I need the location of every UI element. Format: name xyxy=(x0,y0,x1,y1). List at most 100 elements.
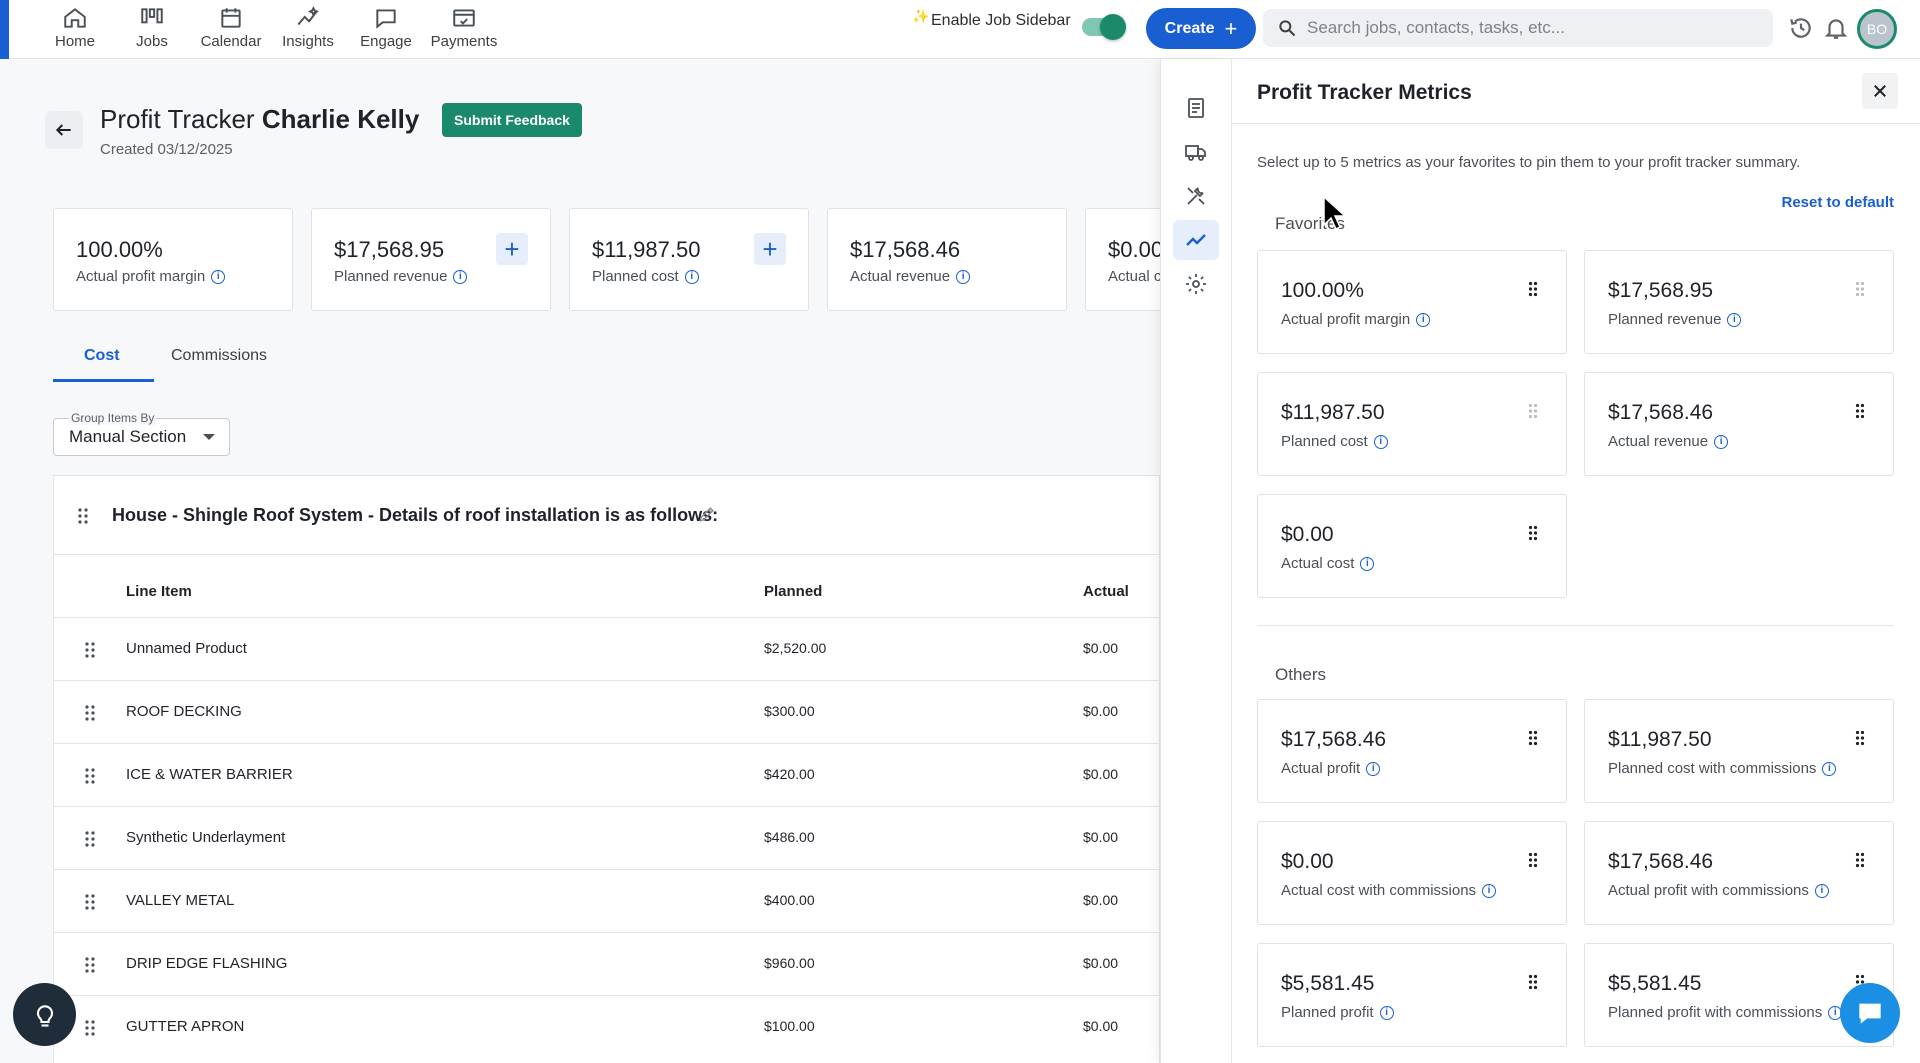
nav-home[interactable]: Home xyxy=(52,5,98,55)
history-icon[interactable] xyxy=(1788,15,1814,41)
table-row[interactable]: VALLEY METAL $400.00 $0.00 xyxy=(54,869,1159,932)
group-items-by-select[interactable]: Group Items By Manual Section xyxy=(53,411,230,456)
info-icon[interactable]: i xyxy=(1366,761,1381,776)
info-icon[interactable]: i xyxy=(1822,761,1837,776)
drag-handle-icon[interactable] xyxy=(1528,525,1538,541)
metric-value: $5,581.45 xyxy=(1608,972,1702,995)
reset-to-default-link[interactable]: Reset to default xyxy=(1781,194,1894,211)
drag-handle-icon[interactable] xyxy=(84,1019,96,1037)
tab-cost[interactable]: Cost xyxy=(84,347,120,365)
tab-commissions[interactable]: Commissions xyxy=(171,347,267,365)
info-icon[interactable]: i xyxy=(1373,434,1388,449)
nav-jobs[interactable]: Jobs xyxy=(132,5,172,55)
rail-document[interactable] xyxy=(1173,88,1219,128)
rail-profit-tracker[interactable] xyxy=(1173,220,1219,260)
drawer-divider xyxy=(1232,123,1920,124)
close-icon xyxy=(1874,85,1886,97)
nav-insights[interactable]: Insights xyxy=(276,5,340,55)
metric-value: $5,581.45 xyxy=(1281,972,1375,995)
table-row[interactable]: ROOF DECKING $300.00 $0.00 xyxy=(54,680,1159,743)
sidebar-toggle-switch[interactable] xyxy=(1082,14,1126,40)
info-icon[interactable]: i xyxy=(1416,312,1431,327)
chat-support-button[interactable] xyxy=(1840,983,1900,1043)
info-icon[interactable]: i xyxy=(684,269,699,284)
info-icon[interactable]: i xyxy=(1360,556,1375,571)
summary-value: $17,568.46 xyxy=(850,237,961,262)
submit-feedback-button[interactable]: Submit Feedback xyxy=(442,103,582,137)
info-icon[interactable]: i xyxy=(1814,883,1829,898)
add-metric-button[interactable]: + xyxy=(754,233,786,265)
other-metric-card[interactable]: $17,568.46 Actual profit i xyxy=(1257,699,1567,803)
tips-button[interactable] xyxy=(13,983,76,1046)
rail-tools[interactable] xyxy=(1173,176,1219,216)
summary-card-planned-cost: $11,987.50 Planned cost i + xyxy=(569,208,809,311)
drag-handle-icon[interactable] xyxy=(1855,730,1865,746)
drag-handle-icon[interactable] xyxy=(84,956,96,974)
bell-icon[interactable] xyxy=(1823,15,1849,41)
edit-pencil-icon[interactable] xyxy=(697,504,717,524)
metric-label-text: Planned profit xyxy=(1281,1004,1374,1021)
avatar[interactable]: BO xyxy=(1857,9,1897,49)
other-metric-card[interactable]: $0.00 Actual cost with commissions i xyxy=(1257,821,1567,925)
other-metric-card[interactable]: $5,581.45 Planned profit i xyxy=(1257,943,1567,1047)
caret-down-icon xyxy=(203,434,215,440)
back-button[interactable] xyxy=(45,111,83,149)
table-row[interactable]: ICE & WATER BARRIER $420.00 $0.00 xyxy=(54,743,1159,806)
table-row[interactable]: GUTTER APRON $100.00 $0.00 xyxy=(54,995,1159,1058)
nav-insights-label: Insights xyxy=(282,33,334,50)
rail-settings[interactable] xyxy=(1173,264,1219,304)
create-button[interactable]: Create + xyxy=(1146,8,1256,49)
drag-handle-icon[interactable] xyxy=(84,704,96,722)
metric-label: Planned revenue i xyxy=(1608,311,1742,328)
table-row[interactable]: Unnamed Product $2,520.00 $0.00 xyxy=(54,617,1159,680)
drag-handle-icon[interactable] xyxy=(1855,852,1865,868)
drag-handle-icon[interactable] xyxy=(1528,974,1538,990)
close-drawer-button[interactable] xyxy=(1862,73,1898,109)
nav-payments[interactable]: Payments xyxy=(428,5,500,55)
metric-value: $17,568.46 xyxy=(1281,728,1387,751)
line-item-planned: $400.00 xyxy=(764,892,815,908)
line-item-name: DRIP EDGE FLASHING xyxy=(126,955,288,972)
favorite-metric-card[interactable]: $17,568.46 Actual revenue i xyxy=(1584,372,1894,476)
column-header-planned: Planned xyxy=(764,583,823,600)
favorite-metric-card[interactable]: $11,987.50 Planned cost i xyxy=(1257,372,1567,476)
add-metric-button[interactable]: + xyxy=(496,233,528,265)
favorite-metric-card[interactable]: $0.00 Actual cost i xyxy=(1257,494,1567,598)
info-icon[interactable]: i xyxy=(1727,312,1742,327)
info-icon[interactable]: i xyxy=(1714,434,1729,449)
drag-handle-icon[interactable] xyxy=(1855,281,1865,297)
nav-engage[interactable]: Engage xyxy=(358,5,414,55)
drag-handle-icon[interactable] xyxy=(1528,281,1538,297)
info-icon[interactable]: i xyxy=(453,269,468,284)
nav-calendar[interactable]: Calendar xyxy=(196,5,266,55)
other-metric-card[interactable]: $17,568.46 Actual profit with commission… xyxy=(1584,821,1894,925)
table-row[interactable]: DRIP EDGE FLASHING $960.00 $0.00 xyxy=(54,932,1159,995)
drag-handle-icon[interactable] xyxy=(84,767,96,785)
drag-handle-icon[interactable] xyxy=(1528,730,1538,746)
document-icon xyxy=(1188,98,1204,118)
info-icon[interactable]: i xyxy=(1379,1005,1394,1020)
lightbulb-icon xyxy=(36,1004,53,1027)
drag-handle-icon[interactable] xyxy=(1528,852,1538,868)
other-metric-card[interactable]: $11,987.50 Planned cost with commissions… xyxy=(1584,699,1894,803)
info-icon[interactable]: i xyxy=(211,269,226,284)
search-input[interactable] xyxy=(1307,18,1747,38)
info-icon[interactable]: i xyxy=(1482,883,1497,898)
favorite-metric-card[interactable]: $17,568.95 Planned revenue i xyxy=(1584,250,1894,354)
nav-payments-label: Payments xyxy=(430,33,498,50)
drag-handle-icon[interactable] xyxy=(1855,403,1865,419)
info-icon[interactable]: i xyxy=(956,269,971,284)
drag-handle-icon[interactable] xyxy=(77,507,89,525)
drag-handle-icon[interactable] xyxy=(84,893,96,911)
rail-delivery[interactable] xyxy=(1173,132,1219,172)
drag-handle-icon[interactable] xyxy=(84,641,96,659)
drag-handle-icon[interactable] xyxy=(1528,403,1538,419)
group-by-value: Manual Section xyxy=(69,427,187,446)
table-row[interactable]: Synthetic Underlayment $486.00 $0.00 xyxy=(54,806,1159,869)
global-search[interactable] xyxy=(1263,9,1773,47)
metric-label: Planned cost with commissions i xyxy=(1608,760,1837,777)
line-item-planned: $300.00 xyxy=(764,703,815,719)
metric-label-text: Actual cost with commissions xyxy=(1281,882,1477,899)
favorite-metric-card[interactable]: 100.00% Actual profit margin i xyxy=(1257,250,1567,354)
drag-handle-icon[interactable] xyxy=(84,830,96,848)
